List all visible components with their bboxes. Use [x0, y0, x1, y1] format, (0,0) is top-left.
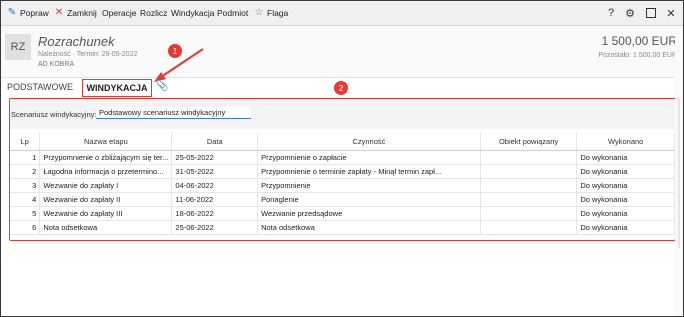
flag-label: Flaga	[267, 8, 289, 18]
flag-button[interactable]: ☆ Flaga	[254, 1, 289, 25]
tab-collection[interactable]: WINDYKACJA	[82, 79, 152, 97]
row-related-object	[480, 192, 578, 207]
row-related-object	[480, 206, 578, 221]
row-lp: 5	[10, 206, 41, 221]
table-row[interactable]: 3 Wezwanie do zapłaty I 04-06-2022 Przyp…	[10, 178, 675, 193]
collection-panel: Scenariusz windykacyjny: Lp Nazwa etapu …	[9, 98, 676, 241]
amount-total: 1 500,00 EUR	[601, 34, 677, 48]
column-header-date[interactable]: Data	[171, 133, 259, 151]
star-icon: ☆	[254, 7, 264, 18]
gear-icon: ⚙	[625, 7, 635, 20]
row-lp: 1	[10, 150, 41, 165]
row-step-name: Wezwanie do zapłaty III	[39, 206, 173, 221]
collection-menu[interactable]: Windykacja	[171, 1, 214, 25]
row-date: 11-06-2022	[171, 192, 259, 207]
row-step-name: Nota odsetkowa	[39, 220, 173, 235]
maximize-icon	[646, 8, 656, 18]
maximize-button[interactable]	[644, 6, 658, 20]
table-row[interactable]: 2 Łagodna informacja o przetermino... 31…	[10, 164, 675, 179]
row-related-object	[480, 178, 578, 193]
table-row[interactable]: 1 Przypomnienie o zbliżającym się ter...…	[10, 150, 675, 165]
row-step-name: Łagodna informacja o przetermino...	[39, 164, 173, 179]
row-date: 04-06-2022	[171, 178, 259, 193]
attachment-icon[interactable]: 📎	[156, 81, 168, 92]
row-date: 31-05-2022	[171, 164, 259, 179]
close-document-button[interactable]: ✕ Zamknij	[54, 1, 97, 25]
column-header-done[interactable]: Wykonano	[576, 133, 675, 151]
callout-badge-1: 1	[168, 44, 182, 58]
contractor-name[interactable]: AD KOBRA	[38, 61, 74, 68]
tab-bar: PODSTAWOWE WINDYKACJA 📎	[1, 79, 683, 97]
row-related-object	[480, 150, 578, 165]
row-lp: 4	[10, 192, 41, 207]
row-date: 25-05-2022	[171, 150, 259, 165]
row-related-object	[480, 164, 578, 179]
entity-menu[interactable]: Podmiot	[217, 1, 248, 25]
help-icon: ?	[607, 7, 615, 19]
row-action: Przypomnienie o terminie zapłaty - Minął…	[257, 164, 481, 179]
row-done: Do wykonania	[576, 150, 675, 165]
table-row[interactable]: 6 Nota odsetkowa 25-06-2022 Nota odsetko…	[10, 220, 675, 235]
row-related-object	[480, 220, 578, 235]
row-action: Przypomnienie o zapłacie	[257, 150, 481, 165]
document-header: RZ Rozrachunek Należność · Termin: 28-05…	[1, 26, 683, 78]
window-close-icon: ✕	[666, 7, 676, 20]
toolbar: ✎ Popraw ✕ Zamknij Operacje Rozlicz Wind…	[1, 1, 683, 26]
app-window: ✎ Popraw ✕ Zamknij Operacje Rozlicz Wind…	[0, 0, 684, 317]
scenario-input[interactable]	[96, 107, 251, 119]
row-date: 18-06-2022	[171, 206, 259, 221]
collection-label: Windykacja	[171, 8, 215, 18]
settle-button[interactable]: Rozlicz	[140, 1, 167, 25]
document-title: Rozrachunek	[38, 34, 115, 49]
row-step-name: Wezwanie do zapłaty I	[39, 178, 173, 193]
table-row[interactable]: 5 Wezwanie do zapłaty III 18-06-2022 Wez…	[10, 206, 675, 221]
row-done: Do wykonania	[576, 206, 675, 221]
collection-steps-table: Lp Nazwa etapu Data Czynność Obiekt powi…	[10, 133, 675, 235]
table-row[interactable]: 4 Wezwanie do zapłaty II 11-06-2022 Pona…	[10, 192, 675, 207]
help-button[interactable]: ?	[604, 6, 618, 20]
table-header-row: Lp Nazwa etapu Data Czynność Obiekt powi…	[10, 133, 675, 151]
edit-label: Popraw	[20, 8, 49, 18]
column-header-lp[interactable]: Lp	[10, 133, 41, 151]
avatar: RZ	[5, 34, 31, 60]
row-step-name: Wezwanie do zapłaty II	[39, 192, 173, 207]
row-action: Przypomnienie	[257, 178, 481, 193]
document-meta: Należność · Termin: 28-05-2022	[38, 51, 138, 58]
row-action: Ponaglenie	[257, 192, 481, 207]
window-close-button[interactable]: ✕	[664, 6, 678, 20]
operations-label: Operacje	[102, 8, 137, 18]
row-done: Do wykonania	[576, 164, 675, 179]
row-lp: 3	[10, 178, 41, 193]
operations-menu[interactable]: Operacje	[102, 1, 137, 25]
amount-remaining: Pozostało: 1 500,00 EUR	[598, 52, 677, 59]
row-step-name: Przypomnienie o zbliżającym się ter...	[39, 150, 173, 165]
row-done: Do wykonania	[576, 192, 675, 207]
tab-basic[interactable]: PODSTAWOWE	[7, 82, 73, 92]
pencil-icon: ✎	[7, 7, 17, 18]
row-done: Do wykonania	[576, 220, 675, 235]
column-header-step-name[interactable]: Nazwa etapu	[39, 133, 173, 151]
close-label: Zamknij	[67, 8, 97, 18]
row-action: Nota odsetkowa	[257, 220, 481, 235]
settings-button[interactable]: ⚙	[623, 6, 637, 20]
column-header-related-object[interactable]: Obiekt powiązany	[480, 133, 578, 151]
edit-button[interactable]: ✎ Popraw	[7, 1, 49, 25]
row-done: Do wykonania	[576, 178, 675, 193]
scenario-label: Scenariusz windykacyjny:	[11, 110, 97, 119]
row-action: Wezwanie przedsądowe	[257, 206, 481, 221]
column-header-action[interactable]: Czynność	[257, 133, 481, 151]
row-date: 25-06-2022	[171, 220, 259, 235]
scrollbar-track	[678, 98, 680, 248]
vertical-scrollbar[interactable]	[675, 26, 683, 316]
row-lp: 6	[10, 220, 41, 235]
row-lp: 2	[10, 164, 41, 179]
scenario-bar: Scenariusz windykacyjny:	[10, 99, 675, 129]
settle-label: Rozlicz	[140, 8, 168, 18]
entity-label: Podmiot	[217, 8, 249, 18]
close-x-icon: ✕	[54, 7, 64, 18]
